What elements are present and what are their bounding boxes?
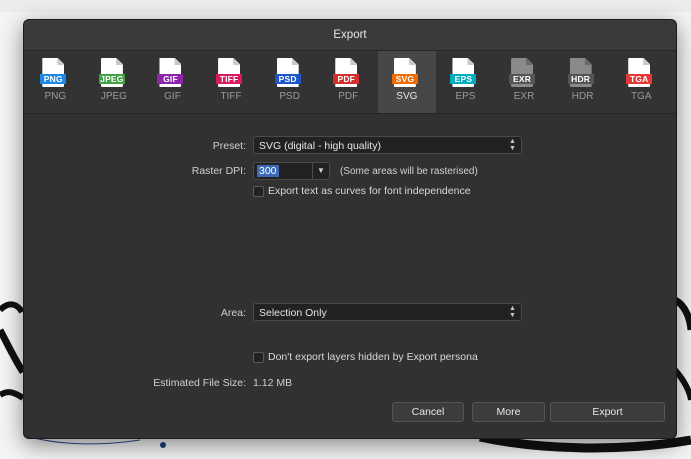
format-tab-label: JPEG xyxy=(100,91,127,102)
format-tab-label: PSD xyxy=(279,91,300,102)
format-tab-label: HDR xyxy=(571,91,594,102)
file-icon-badge: TIFF xyxy=(216,74,243,84)
format-tab-svg[interactable]: SVG SVG xyxy=(377,51,437,113)
format-tab-label: PNG xyxy=(44,91,67,102)
file-icon-badge: EXR xyxy=(509,74,536,84)
png-file-icon: PNG xyxy=(40,58,68,89)
raster-dpi-value[interactable]: 300 xyxy=(257,165,279,177)
svg-file-icon: SVG xyxy=(391,58,420,89)
pdf-file-icon: PDF xyxy=(333,58,361,89)
format-tab-gif[interactable]: GIF GIF xyxy=(143,51,202,113)
hidden-layers-label: Don't export layers hidden by Export per… xyxy=(268,351,478,363)
chevron-down-icon[interactable]: ▼ xyxy=(312,163,329,179)
more-button[interactable]: More xyxy=(472,402,545,422)
eps-file-icon: EPS xyxy=(450,58,478,89)
format-tab-label: GIF xyxy=(164,91,181,102)
preset-value: SVG (digital - high quality) xyxy=(259,140,381,152)
dialog-title: Export xyxy=(24,20,676,51)
file-size-label: Estimated File Size: xyxy=(153,377,246,389)
cancel-button[interactable]: Cancel xyxy=(392,402,464,422)
format-tab-tiff[interactable]: TIFF TIFF xyxy=(202,51,261,113)
preset-label: Preset: xyxy=(212,140,246,152)
file-icon-badge: GIF xyxy=(157,74,184,84)
file-icon-badge: SVG xyxy=(391,74,418,84)
export-dialog: Export PNG PNG JPEG JPEG GIF GIF TIFF TIFF PSD PS… xyxy=(23,19,677,439)
format-tab-label: SVG xyxy=(396,91,418,102)
file-icon-badge: HDR xyxy=(567,74,594,84)
format-tab-jpeg[interactable]: JPEG JPEG xyxy=(85,51,144,113)
area-value: Selection Only xyxy=(259,307,327,319)
format-tab-eps[interactable]: EPS EPS xyxy=(436,51,495,113)
file-icon-badge: PSD xyxy=(274,74,301,84)
exr-file-icon: EXR xyxy=(509,58,537,89)
jpeg-file-icon: JPEG xyxy=(98,58,127,89)
format-tab-label: EPS xyxy=(455,91,476,102)
format-tab-pdf[interactable]: PDF PDF xyxy=(319,51,378,113)
area-select[interactable]: Selection Only ▲ ▼ xyxy=(253,303,522,321)
psd-file-icon: PSD xyxy=(274,58,303,89)
file-size-value: 1.12 MB xyxy=(253,377,293,389)
format-tab-hdr[interactable]: HDR HDR xyxy=(553,51,612,113)
file-icon-badge: PDF xyxy=(333,74,360,84)
format-tab-tga[interactable]: TGA TGA xyxy=(612,51,671,113)
text-curves-checkbox[interactable] xyxy=(253,186,264,197)
hdr-file-icon: HDR xyxy=(567,58,596,89)
export-button[interactable]: Export xyxy=(550,402,665,422)
area-label: Area: xyxy=(220,307,246,319)
file-icon-badge: PNG xyxy=(40,74,67,84)
preset-select[interactable]: SVG (digital - high quality) ▲ ▼ xyxy=(253,136,522,154)
gif-file-icon: GIF xyxy=(157,58,185,89)
file-icon-badge: EPS xyxy=(450,74,477,84)
format-tab-png[interactable]: PNG PNG xyxy=(26,51,85,113)
updown-chevron-icon: ▲ ▼ xyxy=(509,305,516,319)
format-tab-label: TGA xyxy=(630,91,652,102)
raster-note: (Some areas will be rasterised) xyxy=(340,166,478,177)
tga-file-icon: TGA xyxy=(626,58,654,89)
raster-dpi-label: Raster DPI: xyxy=(191,165,246,177)
file-icon-badge: JPEG xyxy=(98,74,125,84)
format-tab-label: PDF xyxy=(338,91,359,102)
format-tab-label: EXR xyxy=(513,91,535,102)
raster-dpi-combo[interactable]: 300 ▼ xyxy=(253,162,330,180)
hidden-layers-checkbox[interactable] xyxy=(253,352,264,363)
text-curves-label: Export text as curves for font independe… xyxy=(268,185,471,197)
format-tab-exr[interactable]: EXR EXR xyxy=(495,51,554,113)
format-selector: PNG PNG JPEG JPEG GIF GIF TIFF TIFF PSD PSD PDF PDF… xyxy=(24,51,676,114)
tiff-file-icon: TIFF xyxy=(216,58,244,89)
file-icon-badge: TGA xyxy=(626,74,653,84)
updown-chevron-icon: ▲ ▼ xyxy=(509,138,516,152)
format-tab-label: TIFF xyxy=(220,91,242,102)
format-tab-psd[interactable]: PSD PSD xyxy=(260,51,319,113)
